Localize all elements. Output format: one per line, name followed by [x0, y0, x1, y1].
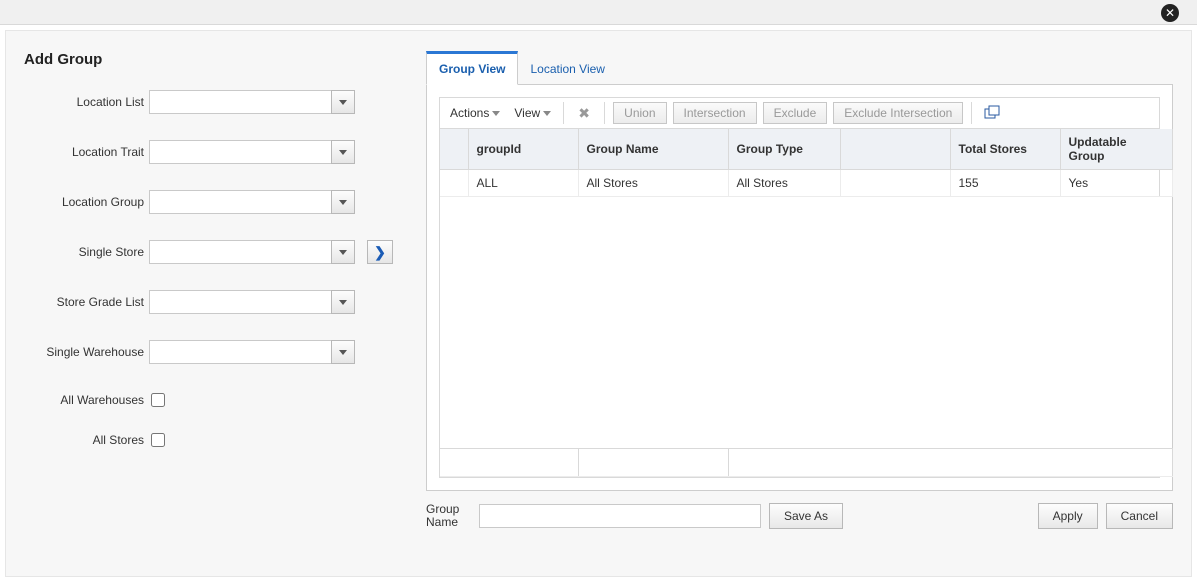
- apply-button[interactable]: Apply: [1038, 503, 1098, 529]
- checkbox-all-warehouses[interactable]: [151, 393, 165, 407]
- chevron-down-icon: [339, 200, 347, 205]
- row-all-warehouses: All Warehouses: [24, 390, 398, 410]
- dropdown-store-grade-list[interactable]: [331, 290, 355, 314]
- row-location-group: Location Group: [24, 190, 398, 214]
- input-location-list[interactable]: [149, 90, 331, 114]
- tab-group-view[interactable]: Group View: [426, 51, 518, 85]
- save-as-button[interactable]: Save As: [769, 503, 843, 529]
- dropdown-location-trait[interactable]: [331, 140, 355, 164]
- bottom-bar: Group Name Save As Apply Cancel: [426, 503, 1173, 529]
- dropdown-single-store[interactable]: [331, 240, 355, 264]
- arrow-right-icon: ❯: [374, 245, 386, 259]
- grid-footer-row: [440, 449, 1172, 477]
- label-all-warehouses: All Warehouses: [24, 393, 144, 407]
- dropdown-location-list[interactable]: [331, 90, 355, 114]
- input-location-trait[interactable]: [149, 140, 331, 164]
- col-groupid[interactable]: groupId: [468, 129, 578, 170]
- row-selector[interactable]: [440, 170, 468, 197]
- grid-groups: groupId Group Name Group Type Total Stor…: [439, 129, 1160, 478]
- section-title: Add Group: [24, 51, 398, 68]
- toolbar-actions-label: Actions: [450, 106, 489, 120]
- detach-icon: [984, 105, 1000, 121]
- toolbar-divider: [604, 102, 605, 124]
- close-icon[interactable]: ✕: [1161, 4, 1179, 22]
- combo-location-list[interactable]: [149, 90, 355, 114]
- col-group-name[interactable]: Group Name: [578, 129, 728, 170]
- input-single-warehouse[interactable]: [149, 340, 331, 364]
- chevron-down-icon: [339, 250, 347, 255]
- row-location-trait: Location Trait: [24, 140, 398, 164]
- label-location-list: Location List: [24, 95, 144, 109]
- col-rowheader[interactable]: [440, 129, 468, 170]
- tabbar: Group View Location View: [426, 51, 1173, 85]
- tab-location-view[interactable]: Location View: [518, 51, 617, 85]
- label-location-group: Location Group: [24, 195, 144, 209]
- cell-updatable-group: Yes: [1060, 170, 1172, 197]
- toolbar-divider: [563, 102, 564, 124]
- dropdown-single-warehouse[interactable]: [331, 340, 355, 364]
- chevron-down-icon: [339, 100, 347, 105]
- chevron-down-icon: [339, 350, 347, 355]
- delete-button[interactable]: ✖: [572, 102, 596, 124]
- cell-groupid: ALL: [468, 170, 578, 197]
- left-form-pane: Add Group Location List Location Trait L…: [6, 31, 416, 490]
- right-pane: Group View Location View Actions View ✖: [426, 51, 1173, 556]
- row-single-warehouse: Single Warehouse: [24, 340, 398, 364]
- detach-button[interactable]: [980, 102, 1004, 124]
- col-group-type[interactable]: Group Type: [728, 129, 840, 170]
- grid-toolbar: Actions View ✖ Union Intersection Exclud…: [439, 97, 1160, 129]
- combo-single-store[interactable]: [149, 240, 355, 264]
- cell-blank: [840, 170, 950, 197]
- combo-store-grade-list[interactable]: [149, 290, 355, 314]
- col-updatable-group[interactable]: Updatable Group: [1060, 129, 1172, 170]
- cell-group-name: All Stores: [578, 170, 728, 197]
- col-total-stores[interactable]: Total Stores: [950, 129, 1060, 170]
- dialog-topbar: [0, 0, 1197, 25]
- cell-total-stores: 155: [950, 170, 1060, 197]
- combo-location-group[interactable]: [149, 190, 355, 214]
- label-store-grade-list: Store Grade List: [24, 295, 144, 309]
- input-store-grade-list[interactable]: [149, 290, 331, 314]
- label-single-warehouse: Single Warehouse: [24, 345, 144, 359]
- dropdown-location-group[interactable]: [331, 190, 355, 214]
- delete-icon: ✖: [578, 105, 590, 122]
- union-button[interactable]: Union: [613, 102, 666, 124]
- input-location-group[interactable]: [149, 190, 331, 214]
- toolbar-view-menu[interactable]: View: [510, 104, 555, 122]
- toolbar-actions-menu[interactable]: Actions: [446, 104, 504, 122]
- add-single-store-button[interactable]: ❯: [367, 240, 393, 264]
- grid-header-row: groupId Group Name Group Type Total Stor…: [440, 129, 1172, 170]
- grid-empty-space: [440, 197, 1172, 449]
- table-row[interactable]: ALL All Stores All Stores 155 Yes: [440, 170, 1172, 197]
- intersection-button[interactable]: Intersection: [673, 102, 757, 124]
- row-store-grade-list: Store Grade List: [24, 290, 398, 314]
- label-single-store: Single Store: [24, 245, 144, 259]
- cell-group-type: All Stores: [728, 170, 840, 197]
- label-all-stores: All Stores: [24, 433, 144, 447]
- input-single-store[interactable]: [149, 240, 331, 264]
- tab-content-group-view: Actions View ✖ Union Intersection Exclud…: [426, 85, 1173, 491]
- chevron-down-icon: [492, 111, 500, 116]
- col-blank[interactable]: [840, 129, 950, 170]
- toolbar-view-label: View: [514, 106, 540, 120]
- row-single-store: Single Store ❯: [24, 240, 398, 264]
- input-group-name[interactable]: [479, 504, 761, 528]
- combo-location-trait[interactable]: [149, 140, 355, 164]
- chevron-down-icon: [339, 150, 347, 155]
- dialog-body: Add Group Location List Location Trait L…: [5, 30, 1192, 577]
- row-location-list: Location List: [24, 90, 398, 114]
- exclude-button[interactable]: Exclude: [763, 102, 828, 124]
- row-all-stores: All Stores: [24, 430, 398, 450]
- cancel-button[interactable]: Cancel: [1106, 503, 1173, 529]
- chevron-down-icon: [339, 300, 347, 305]
- label-location-trait: Location Trait: [24, 145, 144, 159]
- exclude-intersection-button[interactable]: Exclude Intersection: [833, 102, 963, 124]
- combo-single-warehouse[interactable]: [149, 340, 355, 364]
- label-group-name: Group Name: [426, 503, 471, 529]
- chevron-down-icon: [543, 111, 551, 116]
- toolbar-divider: [971, 102, 972, 124]
- dialog-add-group: ✕ Add Group Location List Location Trait: [0, 0, 1197, 582]
- checkbox-all-stores[interactable]: [151, 433, 165, 447]
